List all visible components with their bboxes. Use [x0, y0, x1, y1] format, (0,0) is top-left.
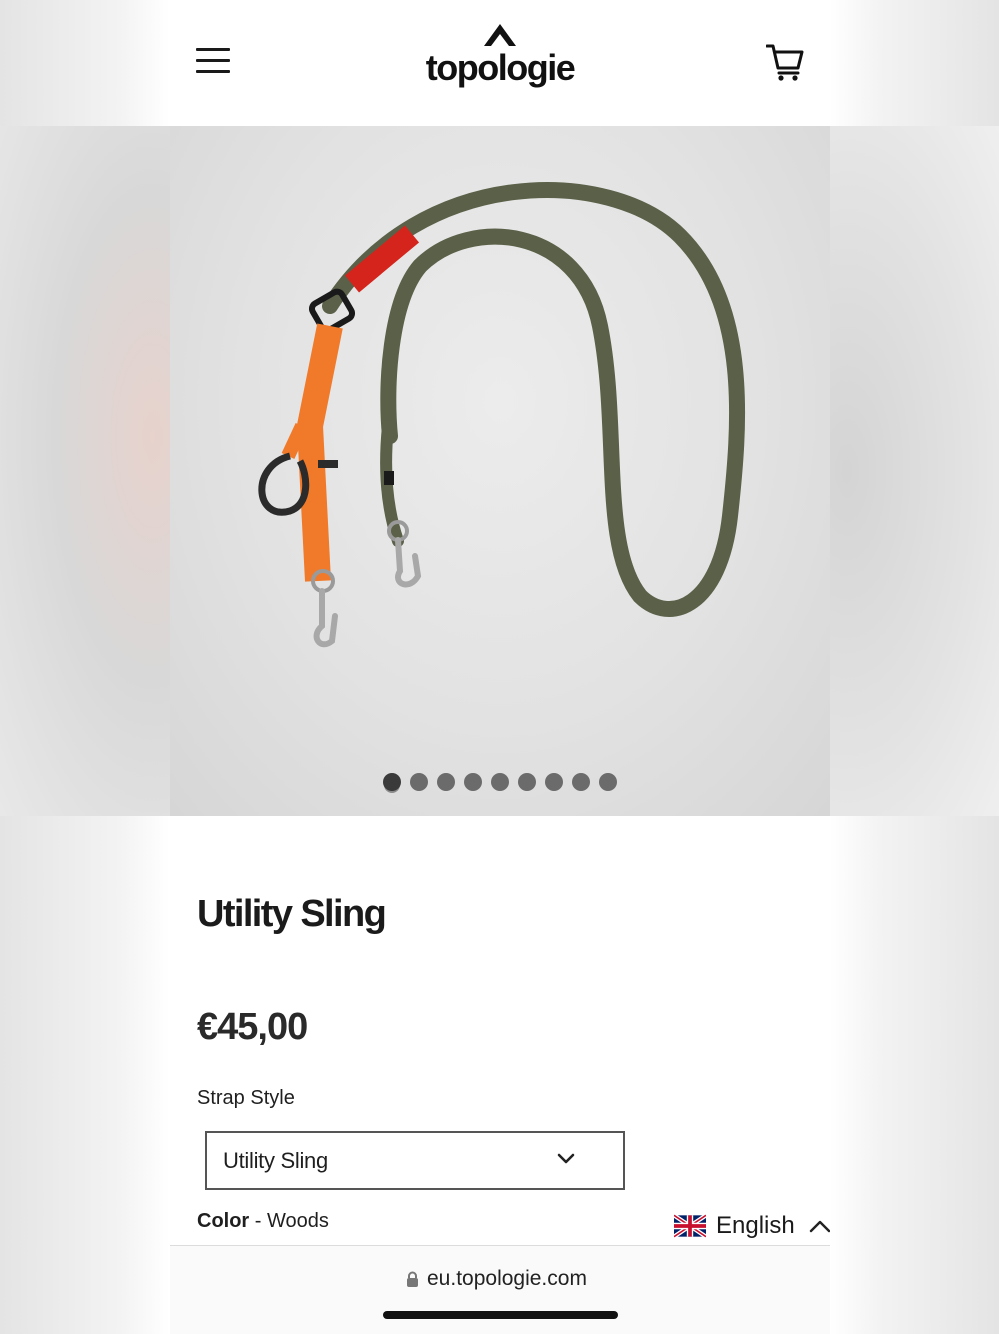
lock-icon [407, 1271, 418, 1287]
product-image-gallery[interactable] [170, 126, 830, 816]
home-indicator[interactable] [383, 1311, 618, 1319]
url-field[interactable]: eu.topologie.com [406, 1267, 587, 1291]
product-image [258, 182, 746, 648]
gallery-dot[interactable] [383, 773, 401, 791]
color-selection-label: Color - Woods [197, 1210, 329, 1233]
gallery-dot[interactable] [518, 773, 536, 791]
language-label: English [716, 1212, 795, 1239]
gallery-dot[interactable] [410, 773, 428, 791]
color-value: Woods [267, 1210, 329, 1232]
strap-style-label: Strap Style [197, 1087, 295, 1109]
brand-wordmark: topologie [425, 47, 576, 88]
gallery-dot[interactable] [491, 773, 509, 791]
shopping-cart-icon[interactable] [765, 42, 804, 82]
color-label: Color [197, 1210, 250, 1232]
background-blur-left [0, 126, 170, 816]
product-title: Utility Sling [197, 893, 387, 935]
product-price: €45,00 [197, 1006, 308, 1048]
gallery-dot[interactable] [437, 773, 455, 791]
product-page: topologie Utility Sling €45,00 Strap Sty… [170, 0, 830, 1245]
brand-logo[interactable]: topologie [400, 24, 600, 104]
hamburger-menu-icon[interactable] [196, 48, 230, 74]
color-separator: - [249, 1210, 267, 1232]
strap-style-selected-value: Utility Sling [223, 1148, 328, 1173]
chevron-down-icon [557, 1153, 575, 1164]
strap-style-select[interactable]: Utility Sling [205, 1131, 625, 1190]
uk-flag-icon [674, 1214, 706, 1238]
chevron-up-icon [809, 1220, 830, 1233]
url-text: eu.topologie.com [427, 1267, 587, 1290]
site-header: topologie [170, 0, 830, 126]
browser-address-bar: eu.topologie.com [170, 1245, 830, 1334]
background-blur-right [830, 126, 999, 816]
logo-mark-icon [484, 24, 516, 46]
gallery-dot[interactable] [572, 773, 590, 791]
gallery-dot[interactable] [545, 773, 563, 791]
gallery-dot[interactable] [599, 773, 617, 791]
language-selector[interactable]: English [674, 1208, 830, 1244]
gallery-pagination [383, 773, 617, 791]
gallery-dot[interactable] [464, 773, 482, 791]
